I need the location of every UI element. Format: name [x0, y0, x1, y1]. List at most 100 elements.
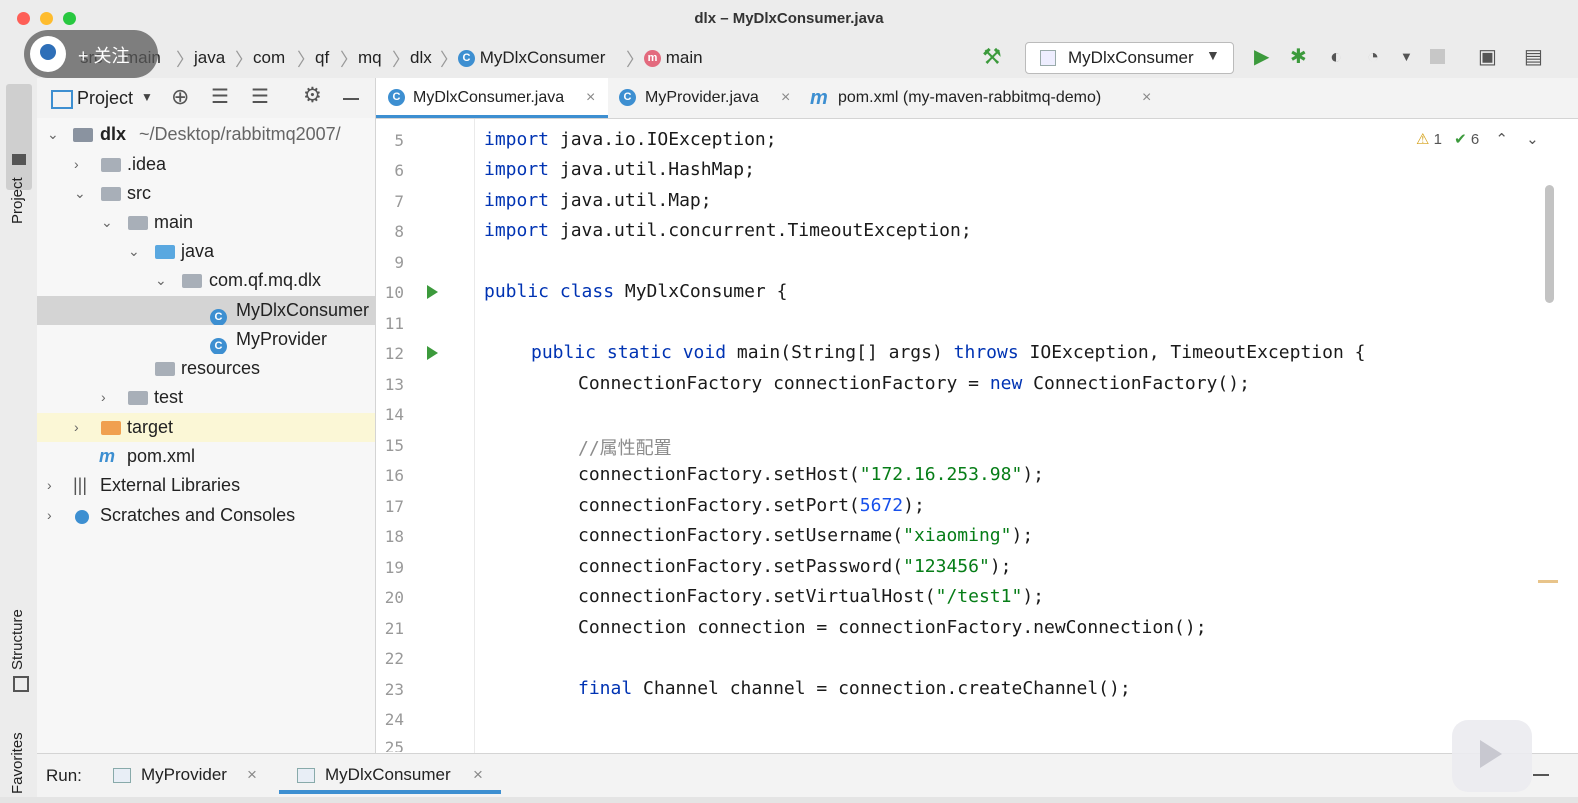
code-line-23: final Channel channel = connection.creat… — [578, 678, 1131, 699]
close-icon[interactable]: × — [781, 78, 790, 118]
build-hammer-icon[interactable]: ⚒ — [982, 44, 1002, 70]
line-number: 6 — [394, 161, 404, 180]
tree-item-mydlxconsumer[interactable]: C MyDlxConsumer — [37, 296, 375, 325]
class-icon: C — [388, 78, 405, 118]
chevron-up-icon[interactable]: ⌃ — [1495, 131, 1508, 148]
inspection-widget[interactable]: ⚠ 1 ✔ 6 ⌃ ⌄ — [1416, 130, 1539, 148]
tree-item-label: MyDlxConsumer — [236, 300, 370, 320]
close-icon[interactable]: × — [247, 754, 257, 796]
tree-item-pom[interactable]: m pom.xml — [37, 442, 375, 471]
tree-item-src[interactable]: ⌄ src — [37, 179, 375, 208]
run-icon[interactable]: ▶ — [1254, 44, 1269, 70]
warning-count: 1 — [1433, 131, 1442, 148]
project-tool-tab[interactable] — [6, 84, 32, 190]
chevron-right-icon: 〉 — [235, 50, 253, 70]
chevron-down-icon[interactable]: ⌄ — [74, 179, 86, 208]
editor-scrollbar[interactable] — [1545, 185, 1554, 303]
structure-tab-label[interactable]: Structure — [9, 609, 26, 670]
tab-myprovider[interactable]: C MyProvider.java × — [619, 78, 801, 118]
code-line-7: import java.util.Map; — [484, 190, 712, 211]
breadcrumb-method[interactable]: m main — [644, 48, 703, 68]
breadcrumb-class[interactable]: C MyDlxConsumer — [458, 48, 605, 68]
chevron-right-icon: 〉 — [297, 50, 315, 70]
hide-panel-icon[interactable] — [343, 98, 359, 100]
breadcrumb-qf[interactable]: qf — [315, 48, 329, 68]
close-icon[interactable]: × — [473, 754, 483, 796]
chevron-right-icon: 〉 — [176, 50, 194, 70]
console-icon — [297, 768, 315, 783]
run-tab-mydlxconsumer[interactable]: MyDlxConsumer × — [279, 754, 501, 794]
chevron-right-icon[interactable]: › — [74, 150, 79, 179]
tab-mydlxconsumer[interactable]: C MyDlxConsumer.java × — [376, 78, 608, 118]
tree-item-java[interactable]: ⌄ java — [37, 237, 375, 266]
video-player-icon[interactable] — [1452, 720, 1532, 792]
debug-bug-icon[interactable]: ✱ — [1290, 44, 1307, 70]
line-number: 14 — [384, 405, 404, 424]
tree-item-resources[interactable]: resources — [37, 354, 375, 383]
gear-icon[interactable]: ⚙ — [303, 83, 322, 108]
tab-pom-xml[interactable]: m pom.xml (my-maven-rabbitmq-demo) × — [810, 78, 1162, 118]
tree-item-external-libraries[interactable]: › ||| External Libraries — [37, 471, 375, 500]
close-icon[interactable]: × — [586, 78, 595, 118]
chevron-down-icon[interactable]: ▼ — [1400, 44, 1413, 70]
tree-item-idea[interactable]: › .idea — [37, 150, 375, 179]
module-folder-icon — [73, 128, 93, 142]
scroll-marker — [1538, 580, 1558, 583]
run-tool-bar: Run: MyProvider × MyDlxConsumer × — [37, 753, 1578, 798]
hide-panel-icon[interactable] — [1533, 774, 1549, 776]
breadcrumb-dlx[interactable]: dlx — [410, 48, 432, 68]
tree-item-dlx[interactable]: ⌄ dlx ~/Desktop/rabbitmq2007/ — [37, 120, 375, 149]
chevron-right-icon[interactable]: › — [47, 471, 52, 500]
run-class-icon[interactable] — [427, 285, 438, 299]
chevron-down-icon[interactable]: ⌄ — [47, 120, 59, 149]
code-line-12: public static void main(String[] args) t… — [531, 342, 1366, 363]
tab-label: pom.xml (my-maven-rabbitmq-demo) — [838, 89, 1102, 106]
follow-button[interactable]: + 关注 — [24, 30, 158, 78]
project-tab-label[interactable]: Project — [9, 177, 26, 224]
profile-icon[interactable]: ◔ — [1367, 44, 1379, 70]
structure-icon — [13, 676, 29, 692]
breadcrumb-com[interactable]: com — [253, 48, 285, 68]
tree-item-main[interactable]: ⌄ main — [37, 208, 375, 237]
tree-item-target[interactable]: › target — [37, 413, 375, 442]
coverage-icon[interactable]: ◐ — [1330, 44, 1342, 70]
chevron-down-icon[interactable]: ⌄ — [128, 237, 140, 266]
chevron-right-icon[interactable]: › — [101, 383, 106, 412]
run-method-icon[interactable] — [427, 346, 438, 360]
tree-item-package[interactable]: ⌄ com.qf.mq.dlx — [37, 266, 375, 295]
tree-item-label: External Libraries — [100, 475, 241, 495]
close-icon[interactable]: × — [1142, 78, 1151, 118]
favorites-tab-label[interactable]: Favorites — [9, 732, 26, 794]
line-number: 16 — [384, 466, 404, 485]
line-number: 7 — [394, 192, 404, 211]
folder-icon — [12, 154, 26, 165]
project-view-selector[interactable]: Project — [77, 88, 133, 109]
breadcrumb-mq[interactable]: mq — [358, 48, 382, 68]
expand-all-icon[interactable]: ☰ — [211, 84, 229, 109]
layout-icon[interactable]: ▤ — [1524, 44, 1543, 70]
chevron-down-icon[interactable]: ⌄ — [101, 208, 113, 237]
tree-item-myprovider[interactable]: C MyProvider — [37, 325, 375, 354]
stop-icon[interactable] — [1430, 49, 1445, 64]
breadcrumb-java[interactable]: java — [194, 48, 225, 68]
logo-icon — [40, 44, 56, 60]
project-structure-icon[interactable]: ▣ — [1478, 44, 1497, 70]
collapse-all-icon[interactable]: ☰ — [251, 84, 269, 109]
chevron-down-icon[interactable]: ⌄ — [155, 266, 167, 295]
line-number: 10 — [384, 283, 404, 302]
folder-icon — [128, 391, 148, 405]
chevron-down-icon[interactable]: ▼ — [141, 90, 153, 104]
locate-target-icon[interactable]: ⊕ — [171, 84, 189, 110]
chevron-right-icon[interactable]: › — [74, 413, 79, 442]
ok-count: 6 — [1470, 131, 1480, 148]
status-strip — [0, 797, 1578, 803]
folder-icon — [101, 158, 121, 172]
chevron-down-icon[interactable]: ⌄ — [1526, 131, 1539, 148]
run-configuration-selector[interactable]: MyDlxConsumer ▼ — [1025, 42, 1234, 74]
run-tab-label: MyProvider — [141, 765, 227, 784]
chevron-right-icon[interactable]: › — [47, 501, 52, 530]
line-number: 13 — [384, 375, 404, 394]
tree-item-test[interactable]: › test — [37, 383, 375, 412]
tree-item-scratches[interactable]: › Scratches and Consoles — [37, 501, 375, 530]
play-icon — [1480, 740, 1502, 768]
